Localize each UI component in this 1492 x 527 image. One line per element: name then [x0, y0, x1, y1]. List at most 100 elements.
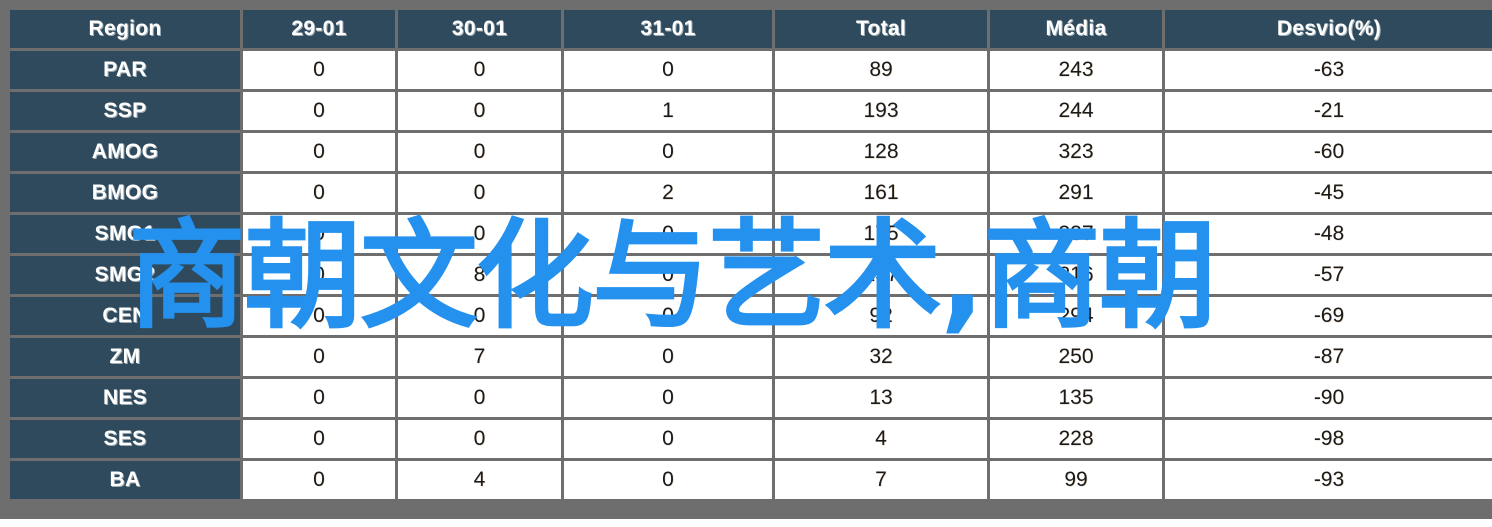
table-row: BA 0 4 0 7 99 -93 [10, 461, 1492, 499]
column-header-29-01[interactable]: 29-01 [243, 10, 395, 48]
table-row: NES 0 0 0 13 135 -90 [10, 379, 1492, 417]
region-label-cell: AMOG [10, 133, 240, 171]
cell-desvio: -21 [1165, 92, 1492, 130]
cell-31-01: 0 [564, 338, 772, 376]
cell-desvio: -93 [1165, 461, 1492, 499]
cell-30-01: 0 [398, 92, 561, 130]
column-header-30-01[interactable]: 30-01 [398, 10, 561, 48]
cell-desvio: -69 [1165, 297, 1492, 335]
cell-media: 228 [990, 420, 1162, 458]
cell-total: 13 [775, 379, 987, 417]
cell-29-01: 0 [243, 215, 395, 253]
cell-31-01: 2 [564, 174, 772, 212]
column-header-31-01[interactable]: 31-01 [564, 10, 772, 48]
table-frame: Region 29-01 30-01 31-01 Total Média Des… [0, 0, 1492, 519]
table-row: PAR 0 0 0 89 243 -63 [10, 51, 1492, 89]
cell-31-01: 0 [564, 215, 772, 253]
region-label-cell: CEN [10, 297, 240, 335]
table-header: Region 29-01 30-01 31-01 Total Média Des… [10, 10, 1492, 48]
table-row: SMG1 0 0 0 175 337 -48 [10, 215, 1492, 253]
cell-29-01: 0 [243, 133, 395, 171]
cell-total: 128 [775, 133, 987, 171]
cell-desvio: -63 [1165, 51, 1492, 89]
cell-31-01: 0 [564, 379, 772, 417]
cell-30-01: 0 [398, 420, 561, 458]
cell-media: 294 [990, 297, 1162, 335]
region-label-cell: SSP [10, 92, 240, 130]
column-header-region[interactable]: Region [10, 10, 240, 48]
table-row: BMOG 0 0 2 161 291 -45 [10, 174, 1492, 212]
column-header-desvio[interactable]: Desvio(%) [1165, 10, 1492, 48]
table-row: CEN 0 0 0 92 294 -69 [10, 297, 1492, 335]
cell-31-01: 0 [564, 133, 772, 171]
region-label-cell: SMG2 [10, 256, 240, 294]
cell-desvio: -90 [1165, 379, 1492, 417]
cell-29-01: 0 [243, 174, 395, 212]
column-header-media[interactable]: Média [990, 10, 1162, 48]
region-statistics-table: Region 29-01 30-01 31-01 Total Média Des… [7, 7, 1492, 502]
cell-total: 7 [775, 461, 987, 499]
table-body: PAR 0 0 0 89 243 -63 SSP 0 0 1 193 244 -21 AMOG 0 0 0 128 3… [10, 51, 1492, 499]
table-row: ZM 0 7 0 32 250 -87 [10, 338, 1492, 376]
header-row: Region 29-01 30-01 31-01 Total Média Des… [10, 10, 1492, 48]
cell-media: 250 [990, 338, 1162, 376]
cell-total: 4 [775, 420, 987, 458]
cell-29-01: 0 [243, 379, 395, 417]
cell-31-01: 0 [564, 256, 772, 294]
cell-30-01: 8 [398, 256, 561, 294]
region-label-cell: ZM [10, 338, 240, 376]
cell-media: 244 [990, 92, 1162, 130]
cell-total: 92 [775, 297, 987, 335]
cell-31-01: 0 [564, 461, 772, 499]
cell-desvio: -48 [1165, 215, 1492, 253]
cell-desvio: -57 [1165, 256, 1492, 294]
cell-total: 32 [775, 338, 987, 376]
cell-29-01: 0 [243, 338, 395, 376]
cell-31-01: 1 [564, 92, 772, 130]
table-row: SES 0 0 0 4 228 -98 [10, 420, 1492, 458]
cell-total: 161 [775, 174, 987, 212]
cell-media: 99 [990, 461, 1162, 499]
cell-total: 175 [775, 215, 987, 253]
cell-desvio: -45 [1165, 174, 1492, 212]
cell-30-01: 4 [398, 461, 561, 499]
cell-30-01: 0 [398, 133, 561, 171]
screenshot-stage: Region 29-01 30-01 31-01 Total Média Des… [0, 0, 1492, 527]
cell-media: 323 [990, 133, 1162, 171]
cell-30-01: 0 [398, 174, 561, 212]
cell-31-01: 0 [564, 51, 772, 89]
cell-29-01: 0 [243, 256, 395, 294]
cell-desvio: -98 [1165, 420, 1492, 458]
cell-31-01: 0 [564, 420, 772, 458]
table-row: AMOG 0 0 0 128 323 -60 [10, 133, 1492, 171]
cell-29-01: 0 [243, 51, 395, 89]
cell-total: 193 [775, 92, 987, 130]
region-label-cell: NES [10, 379, 240, 417]
cell-30-01: 0 [398, 215, 561, 253]
cell-media: 243 [990, 51, 1162, 89]
region-label-cell: PAR [10, 51, 240, 89]
cell-media: 135 [990, 379, 1162, 417]
cell-total: 137 [775, 256, 987, 294]
cell-29-01: 0 [243, 461, 395, 499]
region-label-cell: SMG1 [10, 215, 240, 253]
cell-30-01: 7 [398, 338, 561, 376]
column-header-total[interactable]: Total [775, 10, 987, 48]
region-label-cell: SES [10, 420, 240, 458]
cell-desvio: -87 [1165, 338, 1492, 376]
cell-29-01: 0 [243, 420, 395, 458]
cell-media: 337 [990, 215, 1162, 253]
table-row: SSP 0 0 1 193 244 -21 [10, 92, 1492, 130]
cell-30-01: 0 [398, 297, 561, 335]
cell-29-01: 0 [243, 92, 395, 130]
table-row: SMG2 0 8 0 137 316 -57 [10, 256, 1492, 294]
region-label-cell: BA [10, 461, 240, 499]
cell-desvio: -60 [1165, 133, 1492, 171]
cell-total: 89 [775, 51, 987, 89]
cell-30-01: 0 [398, 51, 561, 89]
cell-30-01: 0 [398, 379, 561, 417]
cell-29-01: 0 [243, 297, 395, 335]
region-label-cell: BMOG [10, 174, 240, 212]
cell-31-01: 0 [564, 297, 772, 335]
cell-media: 291 [990, 174, 1162, 212]
